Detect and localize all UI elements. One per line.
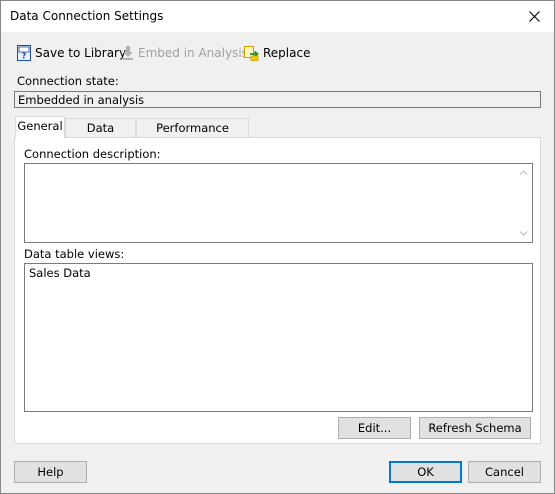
svg-text:?: ? [22, 52, 27, 61]
description-scrollbar[interactable] [515, 164, 532, 242]
connection-description-label: Connection description: [24, 147, 161, 161]
save-to-library-label: Save to Library [35, 46, 127, 60]
connection-state-label: Connection state: [17, 74, 119, 88]
dialog: Data Connection Settings ? Save to Libra… [0, 0, 555, 494]
replace-icon [244, 45, 259, 61]
replace-label: Replace [263, 46, 311, 60]
edit-button[interactable]: Edit... [338, 417, 411, 439]
embed-in-analysis-label: Embed in Analysis [138, 46, 248, 60]
refresh-schema-button[interactable]: Refresh Schema [419, 417, 531, 439]
save-to-library-icon: ? [17, 45, 31, 61]
embed-in-analysis-button[interactable]: Embed in Analysis [122, 43, 248, 63]
save-to-library-button[interactable]: ? Save to Library [17, 43, 126, 63]
replace-button[interactable]: Replace [244, 43, 310, 63]
connection-state-field: Embedded in analysis [14, 91, 541, 108]
window-title: Data Connection Settings [10, 9, 164, 23]
list-item[interactable]: Sales Data [29, 266, 91, 280]
tab-performance-settings[interactable]: Performance Settings [136, 118, 249, 153]
data-table-views-list[interactable]: Sales Data [24, 263, 533, 412]
connection-description-field[interactable] [24, 163, 533, 243]
embed-icon [123, 46, 133, 60]
ok-button[interactable]: OK [389, 461, 462, 483]
tab-general[interactable]: General [15, 116, 65, 138]
scroll-down-icon [519, 231, 528, 236]
cancel-button[interactable]: Cancel [468, 461, 541, 483]
tab-data-source[interactable]: Data Source [65, 118, 136, 153]
title-bar: Data Connection Settings [1, 1, 554, 32]
close-button[interactable] [514, 1, 554, 32]
help-button[interactable]: Help [14, 461, 87, 483]
scroll-up-icon [519, 170, 528, 175]
close-icon [528, 11, 540, 22]
data-table-views-label: Data table views: [24, 247, 125, 261]
